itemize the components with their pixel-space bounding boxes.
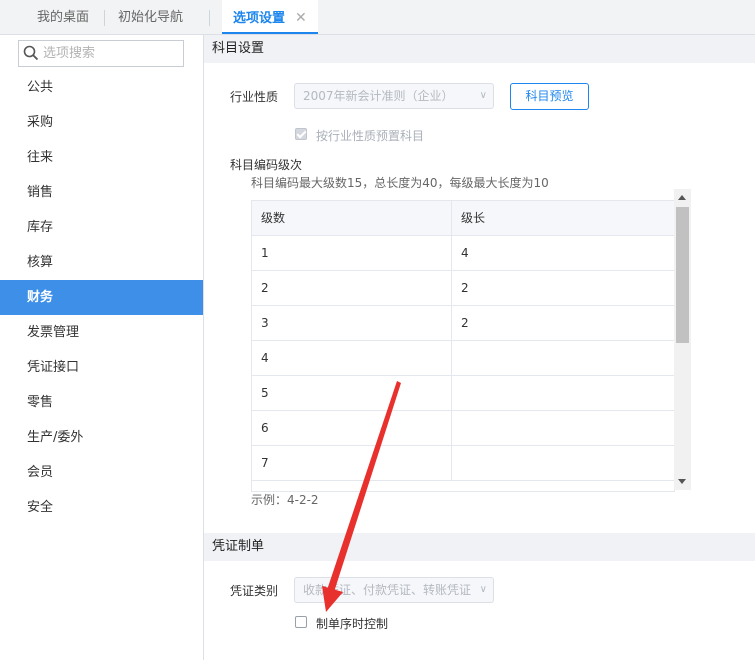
level-cell: 4: [252, 341, 452, 376]
sidebar-item-member[interactable]: 会员: [0, 455, 203, 490]
voucher-type-value: 收款凭证、付款凭证、转账凭证: [303, 583, 472, 597]
search-input[interactable]: [43, 41, 179, 65]
length-cell[interactable]: [452, 446, 674, 481]
table-row[interactable]: 3 2: [252, 306, 674, 341]
table-row[interactable]: 2 2: [252, 271, 674, 306]
code-level-hint: 科目编码最大级数15，总长度为40，每级最大长度为10: [251, 176, 549, 190]
tab-divider: [104, 10, 105, 26]
tab-label: 选项设置: [233, 11, 286, 26]
code-level-title: 科目编码级次: [230, 158, 303, 172]
level-cell: 5: [252, 376, 452, 411]
seq-control-label: 制单序时控制: [316, 617, 389, 631]
industry-select[interactable]: 2007年新会计准则（企业） ∨: [294, 83, 494, 109]
table-row[interactable]: 6: [252, 411, 674, 446]
code-example: 示例：4-2-2: [251, 493, 319, 507]
voucher-type-label: 凭证类别: [230, 584, 279, 598]
preset-subject-checkbox[interactable]: [295, 128, 307, 140]
sidebar-item-security[interactable]: 安全: [0, 490, 203, 525]
section-title-subject: 科目设置: [204, 35, 755, 63]
length-cell[interactable]: 2: [452, 306, 674, 341]
length-cell[interactable]: 2: [452, 271, 674, 306]
table-row[interactable]: 7: [252, 446, 674, 481]
level-cell: 6: [252, 411, 452, 446]
sidebar-item-retail[interactable]: 零售: [0, 385, 203, 420]
sidebar-item-inventory[interactable]: 库存: [0, 210, 203, 245]
scroll-up-icon[interactable]: [678, 195, 686, 200]
sidebar-item-transactions[interactable]: 往来: [0, 140, 203, 175]
tab-option-settings[interactable]: 选项设置 ✕: [222, 0, 318, 34]
subject-preview-button[interactable]: 科目预览: [510, 83, 589, 110]
sidebar-item-public[interactable]: 公共: [0, 70, 203, 105]
header-length: 级长: [461, 211, 486, 225]
table-row[interactable]: 4: [252, 341, 674, 376]
sidebar: 公共 采购 往来 销售 库存 核算 财务 发票管理 凭证接口 零售 生产/委外 …: [0, 35, 204, 660]
tab-divider: [209, 10, 210, 26]
length-cell[interactable]: [452, 341, 674, 376]
sidebar-item-production[interactable]: 生产/委外: [0, 420, 203, 455]
scroll-down-icon[interactable]: [678, 479, 686, 484]
search-box: [18, 40, 184, 67]
voucher-type-select[interactable]: 收款凭证、付款凭证、转账凭证 ∨: [294, 577, 494, 603]
settings-panel: 科目设置 行业性质 2007年新会计准则（企业） ∨ 科目预览 按行业性质预置科…: [204, 35, 755, 660]
tab-label: 初始化导航: [118, 10, 184, 25]
sidebar-item-sales[interactable]: 销售: [0, 175, 203, 210]
sidebar-item-voucher-interface[interactable]: 凭证接口: [0, 350, 203, 385]
table-scrollbar[interactable]: [674, 189, 691, 490]
industry-label: 行业性质: [230, 90, 279, 104]
preset-subject-label: 按行业性质预置科目: [316, 129, 425, 143]
tab-label: 我的桌面: [37, 10, 90, 25]
header-level: 级数: [252, 201, 452, 236]
sidebar-item-finance[interactable]: 财务: [0, 280, 203, 315]
table-row[interactable]: 1 4: [252, 236, 674, 271]
industry-value: 2007年新会计准则（企业）: [303, 89, 454, 103]
close-icon[interactable]: ✕: [295, 10, 307, 26]
table-header: 级数 级长: [252, 201, 674, 236]
search-icon: [23, 45, 39, 61]
length-cell[interactable]: 4: [452, 236, 674, 271]
tab-my-desktop[interactable]: 我的桌面: [37, 0, 89, 34]
level-cell: 2: [252, 271, 452, 306]
table-row[interactable]: 5: [252, 376, 674, 411]
length-cell[interactable]: [452, 376, 674, 411]
sidebar-item-purchase[interactable]: 采购: [0, 105, 203, 140]
tab-bar: 我的桌面 初始化导航 选项设置 ✕: [0, 0, 755, 35]
level-cell: 3: [252, 306, 452, 341]
sidebar-item-accounting[interactable]: 核算: [0, 245, 203, 280]
chevron-down-icon: ∨: [477, 578, 487, 602]
sidebar-item-invoice[interactable]: 发票管理: [0, 315, 203, 350]
length-cell[interactable]: [452, 411, 674, 446]
section-title-voucher: 凭证制单: [204, 533, 755, 561]
level-cell: 1: [252, 236, 452, 271]
level-cell: 7: [252, 446, 452, 481]
tab-init-guide[interactable]: 初始化导航: [118, 0, 183, 34]
scrollbar-thumb[interactable]: [676, 207, 689, 343]
code-level-table: 级数 级长 1 4 2 2 3 2 4 5 6 7: [251, 200, 675, 492]
seq-control-checkbox[interactable]: [295, 616, 307, 628]
chevron-down-icon: ∨: [479, 90, 487, 101]
